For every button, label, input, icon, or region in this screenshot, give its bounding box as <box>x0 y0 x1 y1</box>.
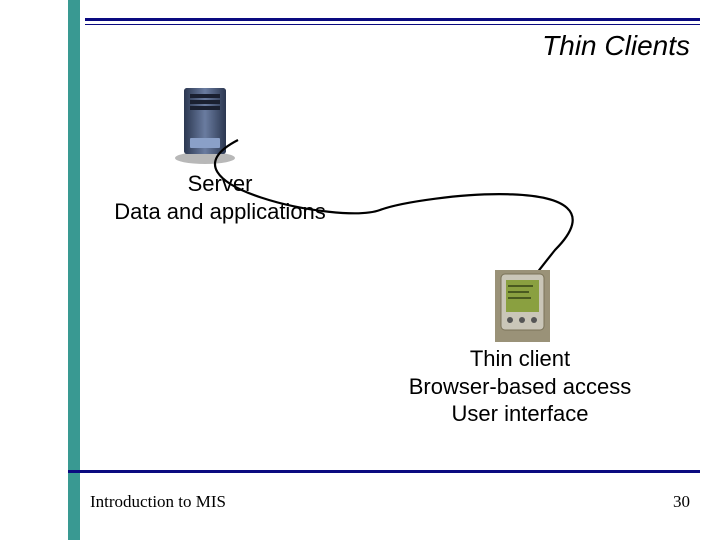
server-label-line1: Server <box>95 170 345 198</box>
client-label-line3: User interface <box>380 400 660 428</box>
footer-source: Introduction to MIS <box>90 492 226 512</box>
pda-device-icon <box>495 270 550 347</box>
page-number: 30 <box>673 492 690 512</box>
server-label-line2: Data and applications <box>95 198 345 226</box>
client-label-line1: Thin client <box>380 345 660 373</box>
accent-stripe <box>68 0 80 540</box>
client-caption: Thin client Browser-based access User in… <box>380 345 660 428</box>
footer-rule <box>68 470 700 473</box>
server-tower-icon <box>170 80 240 170</box>
slide-title: Thin Clients <box>300 30 690 62</box>
client-label-line2: Browser-based access <box>380 373 660 401</box>
title-rule-thick <box>85 18 700 21</box>
connection-line <box>0 0 720 540</box>
title-rule-thin <box>85 24 700 25</box>
server-caption: Server Data and applications <box>95 170 345 225</box>
